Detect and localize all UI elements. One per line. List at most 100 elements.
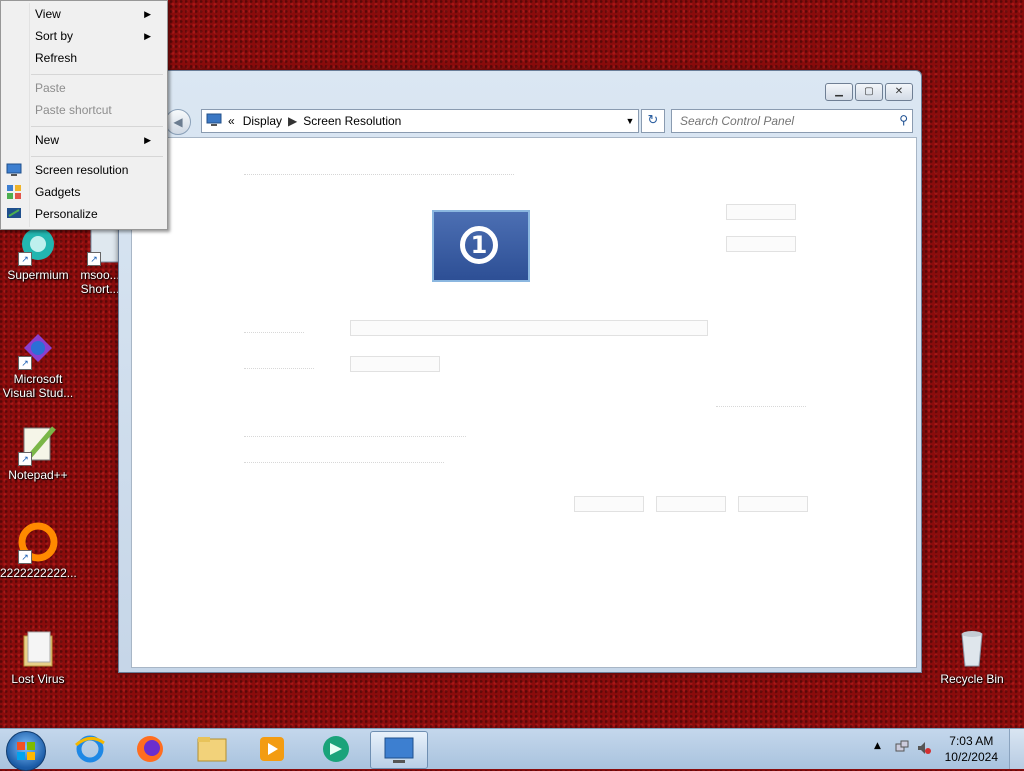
taskbar-media-player[interactable] [244, 731, 300, 767]
resolution-select[interactable] [350, 356, 440, 372]
menu-item-label: New [35, 133, 60, 147]
show-desktop-button[interactable] [1009, 729, 1024, 769]
breadcrumb-overflow[interactable]: « [228, 114, 235, 128]
clock[interactable]: 7:03 AM 10/2/2024 [945, 733, 998, 765]
menu-item-paste-shortcut: Paste shortcut [35, 103, 112, 117]
taskbar-file-explorer[interactable] [184, 731, 240, 767]
close-button[interactable]: ✕ [885, 83, 913, 101]
identify-button[interactable] [726, 236, 796, 252]
display-label [244, 324, 304, 333]
menu-item-view[interactable]: View ▶ [35, 4, 161, 24]
windows-logo-icon [17, 742, 35, 760]
shortcut-arrow-icon: ↗ [18, 252, 32, 266]
submenu-arrow-icon: ▶ [144, 135, 151, 145]
advanced-settings-link[interactable] [716, 398, 806, 407]
shortcut-arrow-icon: ↗ [18, 356, 32, 370]
menu-separator [31, 156, 163, 157]
monitor-preview[interactable]: 1 [432, 210, 530, 282]
desktop-icon-label: Supermium [7, 268, 69, 282]
screen-resolution-icon [6, 162, 22, 178]
visual-studio-icon: ↗ [16, 326, 60, 370]
desktop-icon-supermium[interactable]: ↗ Supermium [0, 222, 76, 282]
network-icon[interactable] [894, 740, 910, 759]
display-select[interactable] [350, 320, 708, 336]
firefox-icon [137, 736, 163, 762]
menu-separator [31, 126, 163, 127]
page-heading [244, 162, 514, 175]
breadcrumb-screen-resolution[interactable]: Screen Resolution [303, 114, 401, 128]
volume-muted-icon[interactable] [916, 740, 932, 759]
start-button[interactable] [6, 731, 46, 771]
desktop-icon-label: msoo... Short... [80, 268, 120, 296]
desktop-icon-recycle-bin[interactable]: Recycle Bin [934, 626, 1010, 686]
breadcrumb-display[interactable]: Display [243, 114, 282, 128]
desktop-icon-label: 2222222222... [0, 566, 77, 580]
desktop-icon-msoo[interactable]: ↗ msoo... Short... [78, 222, 122, 296]
desktop-icon-label: Microsoft Visual Stud... [2, 372, 74, 400]
window-controls: ▁ ▢ ✕ [825, 83, 913, 101]
desktop-icon-label: Recycle Bin [940, 672, 1004, 686]
search-icon[interactable]: ⚲ [899, 113, 908, 127]
display-settings-link[interactable] [244, 454, 444, 463]
resolution-label [244, 360, 314, 369]
submenu-arrow-icon: ▶ [144, 9, 151, 19]
cancel-button[interactable] [656, 496, 726, 512]
system-tray: ▲ 7:03 AM 10/2/2024 [864, 729, 1024, 769]
menu-separator [31, 74, 163, 75]
taskbar: ▲ 7:03 AM 10/2/2024 [0, 728, 1024, 771]
taskbar-firefox[interactable] [122, 731, 178, 767]
clock-date: 10/2/2024 [944, 750, 998, 764]
menu-item-refresh[interactable]: Refresh [35, 48, 77, 68]
menu-item-gadgets[interactable]: Gadgets [35, 182, 80, 202]
shortcut-arrow-icon: ↗ [18, 452, 32, 466]
breadcrumb-chevron-icon[interactable]: ▶ [288, 114, 297, 128]
menu-item-sort-by[interactable]: Sort by ▶ [35, 26, 161, 46]
shortcut-arrow-icon: ↗ [18, 550, 32, 564]
orange-ring-icon: ↗ [16, 520, 60, 564]
folder-icon [197, 737, 227, 762]
menu-item-new[interactable]: New ▶ [35, 130, 161, 150]
submenu-arrow-icon: ▶ [144, 31, 151, 41]
desktop-icon-notepadpp[interactable]: ↗ Notepad++ [0, 422, 76, 482]
refresh-button[interactable]: ↻ [641, 109, 665, 133]
ok-button[interactable] [574, 496, 644, 512]
menu-item-personalize[interactable]: Personalize [35, 204, 98, 224]
search-box[interactable]: ⚲ [671, 109, 913, 133]
address-bar[interactable]: « Display ▶ Screen Resolution ▼ [201, 109, 639, 133]
menu-item-label: Sort by [35, 29, 74, 43]
navigation-bar: ◀ « Display ▶ Screen Resolution ▼ ↻ ⚲ [159, 109, 915, 135]
search-input[interactable] [678, 110, 892, 132]
maximize-button[interactable]: ▢ [855, 83, 883, 101]
taskbar-control-panel[interactable] [370, 731, 428, 769]
monitor-number: 1 [460, 226, 498, 264]
desktop-icon-2222[interactable]: ↗ 2222222222... [0, 520, 77, 580]
media-player-icon [260, 737, 284, 761]
show-hidden-icons-icon[interactable]: ▲ [874, 741, 881, 751]
address-dropdown-icon[interactable]: ▼ [622, 116, 638, 126]
screen-resolution-content: 1 [131, 137, 917, 668]
desktop-icon-label: Notepad++ [8, 468, 68, 482]
menu-item-label: View [35, 7, 61, 21]
screen-resolution-window: ▁ ▢ ✕ ◀ « Display ▶ Screen Resolution ▼ … [118, 70, 922, 673]
shortcut-arrow-icon: ↗ [87, 252, 101, 266]
clock-time: 7:03 AM [949, 734, 994, 748]
detect-button[interactable] [726, 204, 796, 220]
control-panel-icon [206, 113, 222, 130]
menu-item-screen-resolution[interactable]: Screen resolution [35, 160, 128, 180]
control-panel-icon [384, 737, 414, 763]
back-button[interactable]: ◀ [165, 109, 191, 135]
recycle-bin-icon [950, 626, 994, 670]
desktop-context-menu: View ▶ Sort by ▶ Refresh Paste Paste sho… [0, 0, 168, 230]
green-circle-icon [323, 736, 349, 762]
desktop-icon-visual-studio[interactable]: ↗ Microsoft Visual Stud... [0, 326, 76, 400]
desktop-icon-lost-virus[interactable]: Lost Virus [0, 626, 76, 686]
gadgets-icon [6, 184, 22, 200]
folder-icon [16, 626, 60, 670]
taskbar-internet-explorer[interactable] [62, 731, 118, 767]
text-size-link[interactable] [244, 428, 466, 437]
apply-button[interactable] [738, 496, 808, 512]
minimize-button[interactable]: ▁ [825, 83, 853, 101]
personalize-icon [6, 206, 22, 222]
taskbar-app-green[interactable] [308, 731, 364, 767]
desktop-icon-label: Lost Virus [11, 672, 65, 686]
